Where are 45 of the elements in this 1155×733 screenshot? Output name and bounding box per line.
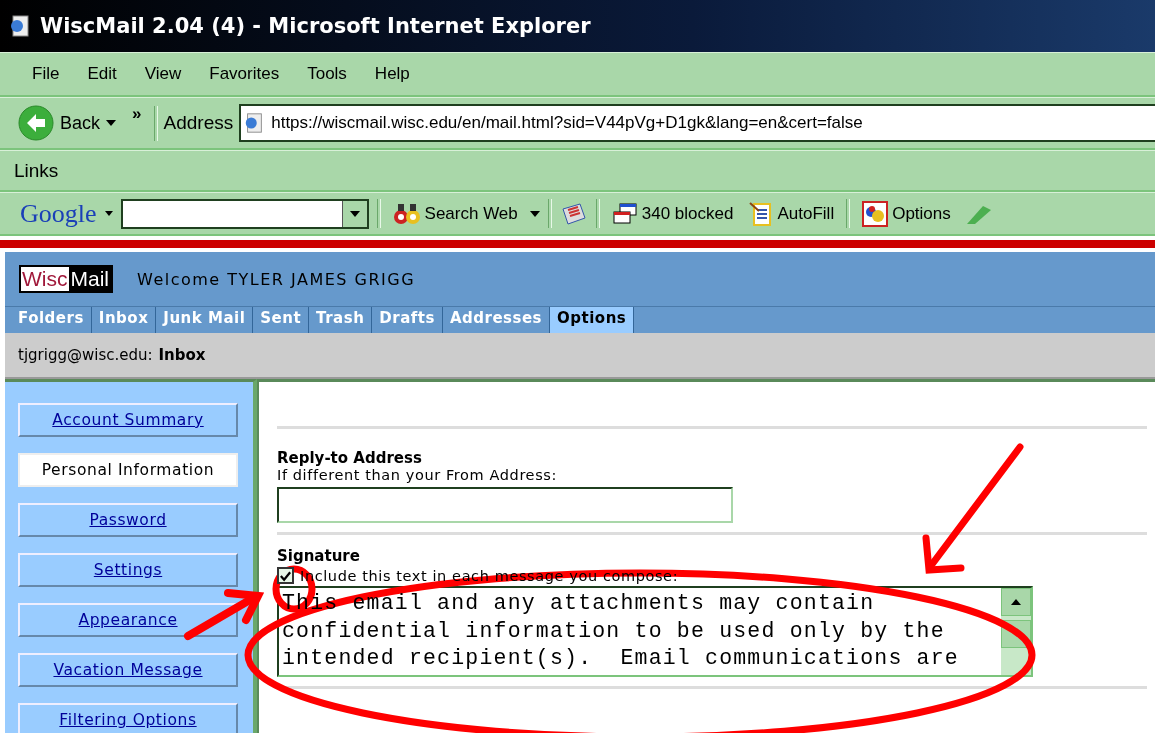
menu-item[interactable]: File [18,64,74,84]
nav-tab[interactable]: Options [550,307,635,333]
section-title: Signature [277,547,361,565]
menu-item[interactable]: Help [360,64,424,84]
news-icon[interactable] [559,200,588,227]
sidebar-item[interactable]: Vacation Message [18,653,238,687]
menu-item[interactable]: Favorites [195,64,294,84]
page-icon [8,14,32,38]
chevron-button[interactable]: » [126,104,148,124]
caret-icon[interactable] [349,210,360,217]
menu-item[interactable]: Edit [73,64,131,84]
sidebar-item[interactable]: Settings [18,553,238,587]
account-text: tjgrigg@wisc.edu: [18,346,153,364]
search-field[interactable] [120,198,369,229]
sidebar-item[interactable]: Appearance [18,603,238,637]
caret-icon [106,120,117,126]
google-logo[interactable]: Google [20,198,97,229]
welcome-text: Welcome TYLER JAMES GRIGG [137,269,416,289]
window-title: WiscMail 2.04 (4) - Microsoft Internet Explorer [40,14,591,38]
field-label: If different than your From Address: [277,467,558,483]
folder-name: Inbox [158,346,206,364]
binoculars-icon [392,201,421,226]
checkbox[interactable] [277,567,294,584]
sidebar-item[interactable]: Account Summary [18,403,238,437]
sidebar-item[interactable]: Filtering Options [18,703,238,733]
windows-icon [611,201,638,226]
options-button[interactable]: Options [858,200,955,227]
links-label[interactable]: Links [14,159,59,182]
input-field[interactable] [277,487,733,523]
form-icon [749,200,774,227]
sidebar-item[interactable]: Personal Information [18,453,238,487]
menu-item[interactable]: View [130,64,196,84]
sidebar-item[interactable]: Password [18,503,238,537]
autofill-button[interactable]: AutoFill [745,200,839,227]
popup-blocker-button[interactable]: 340 blocked [607,201,738,226]
back-button[interactable]: Back [14,105,121,141]
caret-icon [529,210,540,217]
menu-item[interactable]: Tools [293,64,361,84]
search-web-button[interactable]: Search Web [388,201,522,226]
caret-icon [104,211,113,216]
wiscmail-logo[interactable]: Wisc Mail [19,265,113,293]
section-title: Reply-to Address [277,449,423,467]
address-label: Address [163,112,234,134]
balls-icon [862,200,889,227]
address-field[interactable]: https://wiscmail.wisc.edu/en/mail.html?sid=V44pVg+D1gk&lang=en&cert=false [239,104,1155,142]
